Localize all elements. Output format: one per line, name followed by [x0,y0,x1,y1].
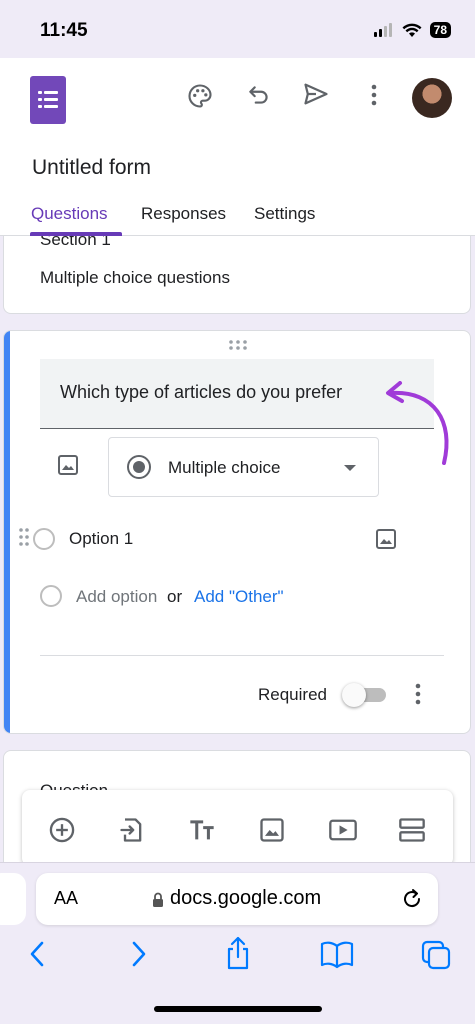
drag-handle-icon[interactable] [18,527,30,547]
send-icon[interactable] [302,81,330,107]
home-indicator[interactable] [154,1006,322,1012]
add-section-icon[interactable] [398,816,426,844]
tab-responses[interactable]: Responses [141,204,226,224]
forms-logo-icon[interactable] [30,76,66,124]
or-text: or [167,587,183,606]
annotation-arrow [386,381,449,465]
image-icon[interactable] [374,527,398,551]
question-type-dropdown[interactable]: Multiple choice [108,437,379,497]
add-title-icon[interactable] [188,816,216,844]
reload-icon[interactable] [400,887,424,911]
tabs-icon[interactable] [420,939,452,971]
radio-button-icon [40,585,62,607]
bookmarks-icon[interactable] [320,939,354,969]
previous-tab-pill[interactable] [0,873,26,925]
battery-icon: 78 [429,22,451,38]
radio-button-checked-icon [127,455,151,479]
undo-icon[interactable] [246,82,272,108]
import-questions-icon[interactable] [118,816,146,844]
option-row[interactable]: Option 1 [4,521,470,557]
wifi-icon [402,23,422,37]
divider [40,655,444,656]
address-bar[interactable]: AA docs.google.com [36,873,438,925]
section-card[interactable]: Section 1 Multiple choice questions [3,236,471,314]
reader-settings-button[interactable]: AA [54,888,78,909]
add-other-button[interactable]: Add "Other" [194,587,284,607]
lock-icon [153,892,163,907]
dropdown-arrow-icon [344,465,356,471]
section-description: Multiple choice questions [40,268,230,287]
url-text[interactable]: docs.google.com [170,887,321,910]
toggle-knob [342,683,366,707]
add-image-icon[interactable] [258,816,286,844]
avatar[interactable] [412,78,452,118]
form-title[interactable]: Untitled form [32,156,151,180]
image-icon[interactable] [56,453,80,477]
question-card[interactable]: Which type of articles do you prefer Mul… [3,330,471,734]
required-label: Required [258,685,327,704]
radio-button-icon [33,528,55,550]
forward-icon[interactable] [128,939,150,969]
app-header: Untitled form Questions Responses Settin… [0,58,475,236]
question-type-label: Multiple choice [168,458,281,477]
add-video-icon[interactable] [328,816,358,844]
tab-bar: Questions Responses Settings [0,204,475,236]
more-vert-icon[interactable] [364,82,384,108]
palette-icon[interactable] [186,82,214,110]
status-time: 11:45 [40,20,88,41]
status-icons: 78 [373,22,451,38]
add-option-row: Add option or Add "Other" [4,581,470,611]
section-title: Section 1 [40,236,111,249]
drag-handle-icon[interactable] [228,339,248,351]
browser-toolbar: AA docs.google.com [0,862,475,1024]
tab-questions[interactable]: Questions [31,204,108,224]
add-option-button[interactable]: Add option [76,587,157,607]
add-question-icon[interactable] [48,816,76,844]
tab-settings[interactable]: Settings [254,204,315,224]
option-label[interactable]: Option 1 [69,529,133,549]
back-icon[interactable] [26,939,48,969]
cellular-signal-icon [373,23,392,37]
status-bar: 11:45 78 [0,0,475,58]
question-text-input[interactable]: Which type of articles do you prefer [40,359,434,429]
floating-toolbar [22,790,453,866]
required-toggle[interactable] [342,683,386,707]
more-vert-icon[interactable] [408,681,428,707]
share-icon[interactable] [224,935,252,971]
